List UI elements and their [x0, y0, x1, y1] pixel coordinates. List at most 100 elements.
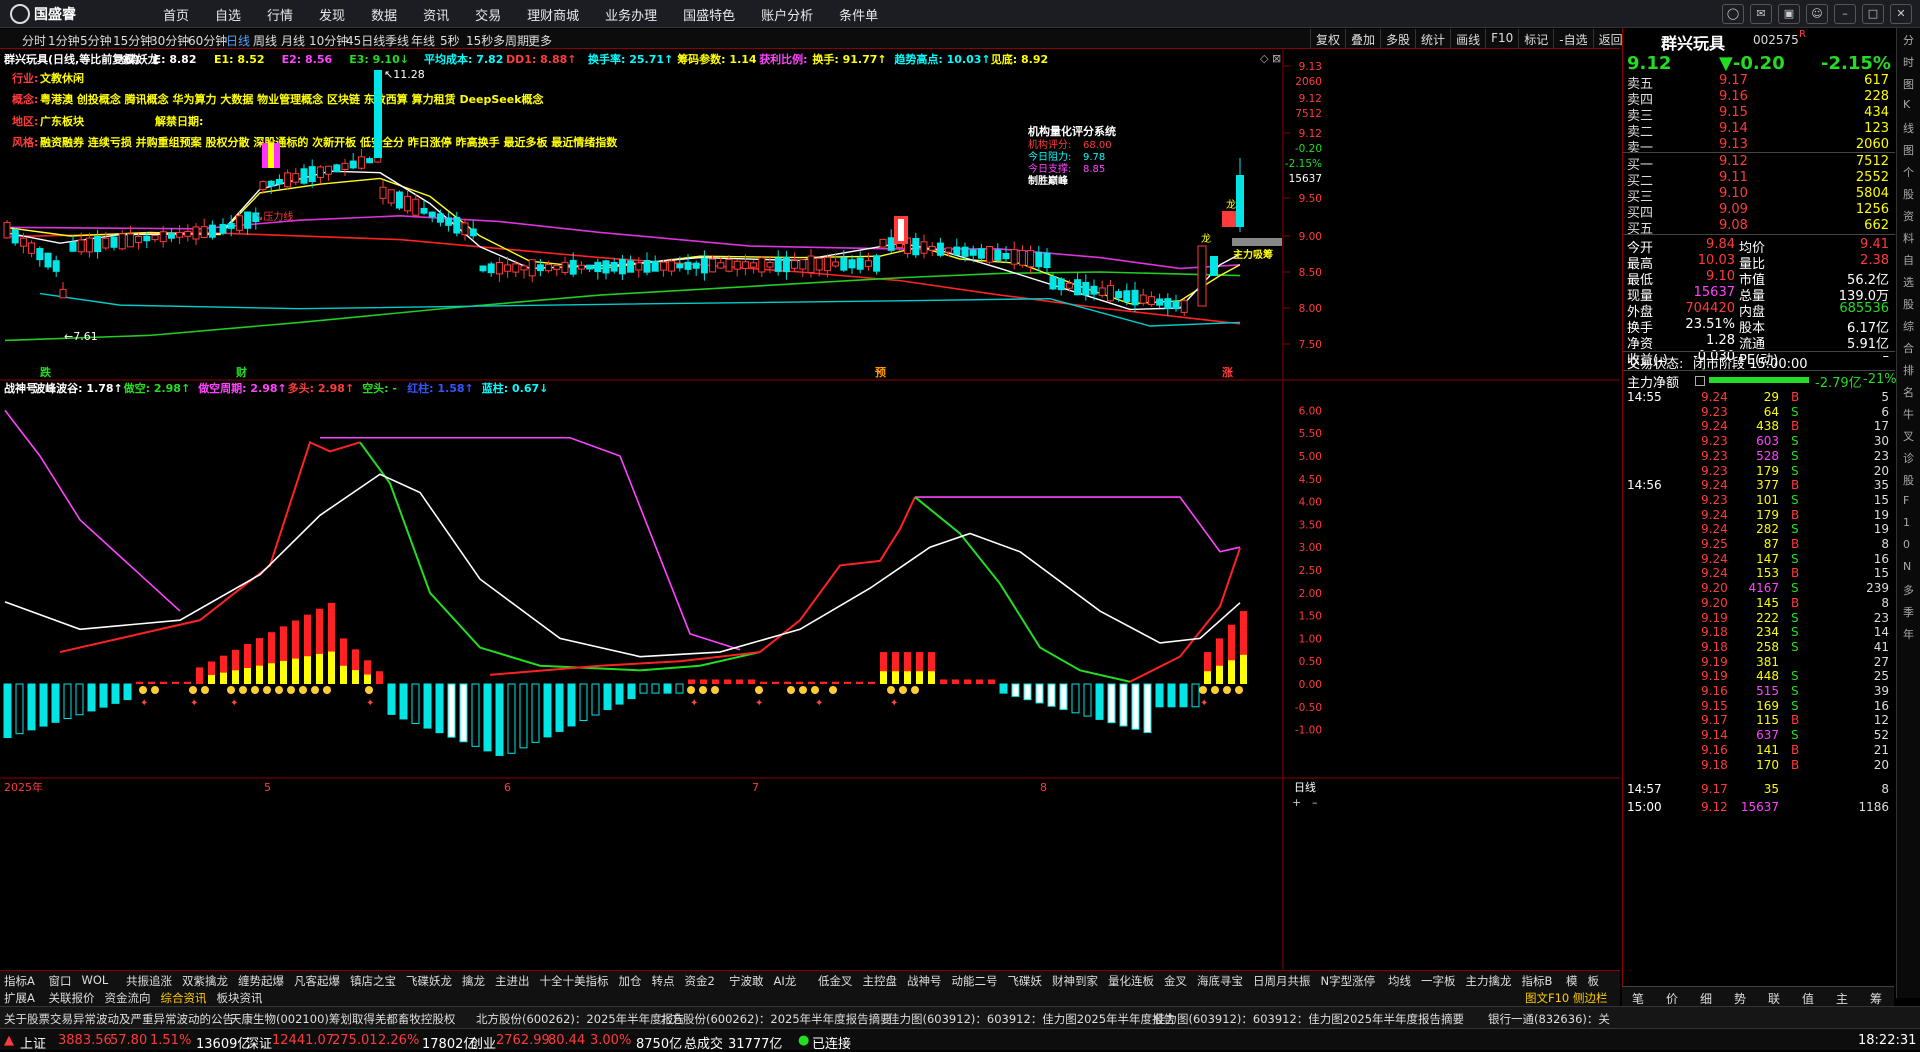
indicator-tab[interactable]: 金叉 [1164, 973, 1187, 989]
indicator-tab[interactable]: 十全十美指标 [540, 973, 609, 989]
indicator-tab[interactable]: 指标B [1522, 973, 1553, 989]
menu-item[interactable]: 首页 [150, 5, 202, 24]
indicator-tab[interactable]: 低金叉 [818, 973, 853, 989]
toolbar-button[interactable]: 多股 [1380, 29, 1415, 49]
extension-tab-right[interactable]: 图文F10 [1525, 990, 1569, 1006]
menu-item[interactable]: 业务办理 [592, 5, 670, 24]
period-tab[interactable]: 更多 [528, 32, 552, 49]
toolbar-button[interactable]: 复权 [1310, 29, 1345, 49]
indicator-tab[interactable]: 共振追涨 [126, 973, 172, 989]
indicator-tab[interactable]: AI龙 [774, 973, 797, 989]
sidebar-item[interactable]: 季 [1903, 604, 1914, 620]
chat-icon[interactable]: ◯ [1722, 4, 1744, 24]
menu-item[interactable]: 条件单 [826, 5, 891, 24]
period-tab[interactable]: 5秒 [440, 32, 460, 49]
indicator-tab[interactable]: 一字板 [1421, 973, 1456, 989]
sidebar-item[interactable]: 综 [1903, 318, 1914, 334]
menu-item[interactable]: 数据 [358, 5, 410, 24]
indicator-tab[interactable]: 飞碟妖 [1008, 973, 1043, 989]
menu-item[interactable]: 发现 [306, 5, 358, 24]
indicator-tab[interactable]: WOL [82, 973, 109, 987]
close-icon[interactable]: ✕ [1890, 4, 1912, 24]
toolbar-button[interactable]: 标记 [1518, 29, 1553, 49]
sidebar-item[interactable]: 个 [1903, 164, 1914, 180]
period-tab[interactable]: 周线 [253, 32, 277, 49]
sidebar-item[interactable]: 时 [1903, 54, 1914, 70]
sidebar-item[interactable]: 股 [1903, 472, 1914, 488]
menu-item[interactable]: 行情 [254, 5, 306, 24]
quote-tab[interactable]: 主 [1836, 990, 1848, 1007]
sidebar-item[interactable]: 自 [1903, 252, 1914, 268]
indicator-tab[interactable]: 主控盘 [863, 973, 898, 989]
indicator-tab[interactable]: 双紫擒龙 [182, 973, 228, 989]
indicator-tab[interactable]: 擒龙 [462, 973, 485, 989]
period-tab[interactable]: 5分钟 [80, 32, 112, 49]
minimize-icon[interactable]: – [1834, 4, 1856, 24]
period-tab[interactable]: 1分钟 [48, 32, 80, 49]
indicator-tab[interactable]: 加仓 [619, 973, 642, 989]
sidebar-item[interactable]: 牛 [1903, 406, 1914, 422]
period-tab[interactable]: 年线 [411, 32, 435, 49]
menu-item[interactable]: 理财商城 [514, 5, 592, 24]
indicator-tab[interactable]: 模 [1566, 973, 1578, 989]
sidebar-item[interactable]: 合 [1903, 340, 1914, 356]
toolbar-button[interactable]: 统计 [1415, 29, 1450, 49]
indicator-tab[interactable]: 板 [1588, 973, 1600, 989]
news-item[interactable]: 佳力图(603912)：603912：佳力图2025年半年度报告摘要 [1154, 1011, 1464, 1027]
sidebar-item[interactable]: 1 [1903, 516, 1910, 529]
maximize-icon[interactable]: □ [1862, 4, 1884, 24]
indicator-tab[interactable]: 日周月共振 [1253, 973, 1311, 989]
quote-tab[interactable]: 值 [1802, 990, 1814, 1007]
quote-tab[interactable]: 笔 [1632, 990, 1644, 1007]
sidebar-item[interactable]: 0 [1903, 538, 1910, 551]
indicator-tab[interactable]: 凡客起爆 [294, 973, 340, 989]
sidebar-item[interactable]: 叉 [1903, 428, 1914, 444]
period-tab[interactable]: 15秒 [466, 32, 493, 49]
news-item[interactable]: 北方股份(600262)：2025年半年度报告 [476, 1011, 685, 1027]
indicator-tab[interactable]: 均线 [1388, 973, 1411, 989]
sidebar-item[interactable]: 名 [1903, 384, 1914, 400]
sidebar-item[interactable]: 料 [1903, 230, 1914, 246]
period-tab[interactable]: 分时 [22, 32, 46, 49]
indicator-tab[interactable]: 战神号 [907, 973, 942, 989]
sidebar-item[interactable]: 图 [1903, 142, 1914, 158]
kline-chart[interactable]: 群兴玩具(日线,等比前复权)飞碟妖龙E: 8.82 E1: 8.52 E2: 8.5… [0, 50, 1620, 970]
indicator-tab[interactable]: 缠势起爆 [238, 973, 284, 989]
user-icon[interactable]: ☺ [1806, 4, 1828, 24]
sidebar-item[interactable]: 图 [1903, 76, 1914, 92]
period-tab[interactable]: 日线 [226, 32, 250, 49]
sidebar-item[interactable]: K [1903, 98, 1910, 111]
news-item[interactable]: 北方股份(600262)：2025年半年度报告摘要 [660, 1011, 892, 1027]
flow-toggle-icon[interactable] [1695, 376, 1705, 386]
extension-tab[interactable]: 关联报价 [49, 990, 95, 1006]
news-item[interactable]: 关于股票交易异常波动及严重异常波动的公告 [4, 1011, 234, 1027]
sidebar-item[interactable]: 线 [1903, 120, 1914, 136]
quote-tab[interactable]: 势 [1734, 990, 1746, 1007]
quote-tab[interactable]: 联 [1768, 990, 1780, 1007]
indicator-tab[interactable]: 财神到家 [1052, 973, 1098, 989]
indicator-tab[interactable]: 量化连板 [1108, 973, 1154, 989]
period-tab[interactable]: 60分钟 [188, 32, 227, 49]
app-logo[interactable]: 国盛睿 [10, 4, 76, 24]
toolbar-button[interactable]: F10 [1485, 29, 1518, 49]
indicator-tab[interactable]: 宁波敢 [729, 973, 764, 989]
menu-item[interactable]: 账户分析 [748, 5, 826, 24]
period-tab[interactable]: 月线 [281, 32, 305, 49]
sidebar-item[interactable]: 资 [1903, 208, 1914, 224]
period-tab[interactable]: 30分钟 [150, 32, 189, 49]
period-tab[interactable]: 季线 [385, 32, 409, 49]
extension-tab[interactable]: 板块资讯 [217, 990, 263, 1006]
menu-item[interactable]: 资讯 [410, 5, 462, 24]
indicator-tab[interactable]: 指标A [4, 973, 35, 989]
period-tab[interactable]: 45日线 [346, 32, 385, 49]
extension-tab[interactable]: 综合资讯 [161, 990, 207, 1006]
sidebar-item[interactable]: 股 [1903, 296, 1914, 312]
menu-item[interactable]: 交易 [462, 5, 514, 24]
menu-item[interactable]: 自选 [202, 5, 254, 24]
toolbar-button[interactable]: 画线 [1450, 29, 1485, 49]
news-item[interactable]: 银行一通(832636)：关 [1488, 1011, 1610, 1027]
mail-icon[interactable]: ✉ [1750, 4, 1772, 24]
sidebar-item[interactable]: 分 [1903, 32, 1914, 48]
extension-tab[interactable]: 资金流向 [105, 990, 151, 1006]
indicator-tab[interactable]: 镇店之宝 [350, 973, 396, 989]
